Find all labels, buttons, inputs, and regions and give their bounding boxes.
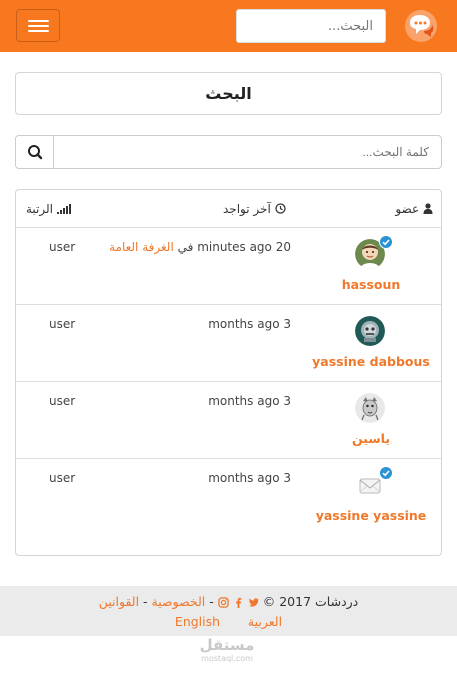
menu-icon-bar <box>28 30 49 32</box>
footer-separator: - <box>143 594 148 609</box>
table-row[interactable]: user 3 months ago ياسين <box>16 382 441 459</box>
column-header-rank[interactable]: الرتبة <box>26 202 71 216</box>
member-username-link[interactable]: yassine dabbous <box>271 354 457 369</box>
last-seen-in: في <box>177 240 194 254</box>
table-header: عضو آخر تواجد الرتبة <box>16 190 441 228</box>
table-row[interactable]: user 3 months ago yassine dabbous <box>16 305 441 382</box>
member-search <box>15 135 442 169</box>
member-rank: user <box>49 394 76 408</box>
footer-language-line: English العربية <box>0 614 457 629</box>
search-icon <box>28 145 43 160</box>
member-username-link[interactable]: hassoun <box>271 277 457 292</box>
footer-copyright-symbol: © <box>262 594 276 609</box>
table-row[interactable]: user 3 months ago yassine yassine <box>16 459 441 536</box>
language-arabic-link[interactable]: العربية <box>248 614 282 629</box>
column-header-rank-label: الرتبة <box>26 202 54 216</box>
chat-logo-icon[interactable] <box>404 9 438 43</box>
members-table: عضو آخر تواجد الرتبة user 20 minutes ago <box>15 189 442 556</box>
member-last-seen: 3 months ago <box>86 317 291 331</box>
signal-bars-icon <box>56 204 71 214</box>
footer-separator: - <box>209 594 214 609</box>
column-header-member[interactable]: عضو <box>395 202 433 216</box>
facebook-icon[interactable] <box>233 597 244 608</box>
watermark-arabic-text: مستقل <box>199 636 255 654</box>
avatar[interactable] <box>355 235 393 271</box>
member-rank: user <box>49 471 76 485</box>
avatar[interactable] <box>355 466 393 502</box>
menu-icon-bar <box>28 25 49 27</box>
member-rank: user <box>49 240 76 254</box>
language-english-link[interactable]: English <box>175 614 220 629</box>
member-last-seen: 3 months ago <box>86 394 291 408</box>
page-title: البحث <box>15 72 442 115</box>
member-username-link[interactable]: yassine yassine <box>271 508 457 523</box>
member-last-seen: 20 minutes ago في الغرفة العامة <box>86 240 291 254</box>
search-button[interactable] <box>16 136 54 168</box>
footer-site-name: دردشات <box>315 594 359 609</box>
last-seen-time: 3 months ago <box>208 471 291 485</box>
footer-privacy-link[interactable]: الخصوصية <box>152 594 206 609</box>
footer-copyright-line: دردشات 2017 © - الخصوصية - القوانين <box>0 594 457 609</box>
footer-rules-link[interactable]: القوانين <box>99 594 139 609</box>
footer-year: 2017 <box>279 594 312 609</box>
verified-badge-icon <box>379 466 393 480</box>
twitter-icon[interactable] <box>248 597 259 608</box>
member-rank: user <box>49 317 76 331</box>
top-navbar <box>0 0 457 52</box>
search-input[interactable] <box>55 136 441 168</box>
site-footer: دردشات 2017 © - الخصوصية - القوانين Engl… <box>0 586 457 636</box>
member-last-seen: 3 months ago <box>86 471 291 485</box>
last-seen-time: 20 minutes ago <box>197 240 291 254</box>
last-seen-time: 3 months ago <box>208 317 291 331</box>
verified-badge-icon <box>379 235 393 249</box>
avatar[interactable] <box>355 316 387 348</box>
instagram-icon[interactable] <box>218 597 229 608</box>
column-header-last-seen[interactable]: آخر تواجد <box>223 202 286 216</box>
menu-toggle-button[interactable] <box>16 9 60 42</box>
robot-avatar-icon <box>355 316 385 346</box>
user-icon <box>423 203 433 214</box>
member-username-link[interactable]: ياسين <box>271 431 457 446</box>
avatar[interactable] <box>355 393 387 425</box>
last-seen-time: 3 months ago <box>208 394 291 408</box>
last-seen-room-link[interactable]: الغرفة العامة <box>109 240 174 254</box>
mostaql-watermark: مستقل mostaql.com <box>196 636 258 664</box>
animal-avatar-icon <box>355 393 385 423</box>
watermark-latin-text: mostaql.com <box>201 654 253 663</box>
navbar-search-input[interactable] <box>236 9 386 43</box>
clock-icon <box>274 203 286 214</box>
column-header-member-label: عضو <box>395 202 420 216</box>
column-header-last-seen-label: آخر تواجد <box>223 202 271 216</box>
table-row[interactable]: user 20 minutes ago في الغرفة العامة has… <box>16 228 441 305</box>
menu-icon-bar <box>28 20 49 22</box>
